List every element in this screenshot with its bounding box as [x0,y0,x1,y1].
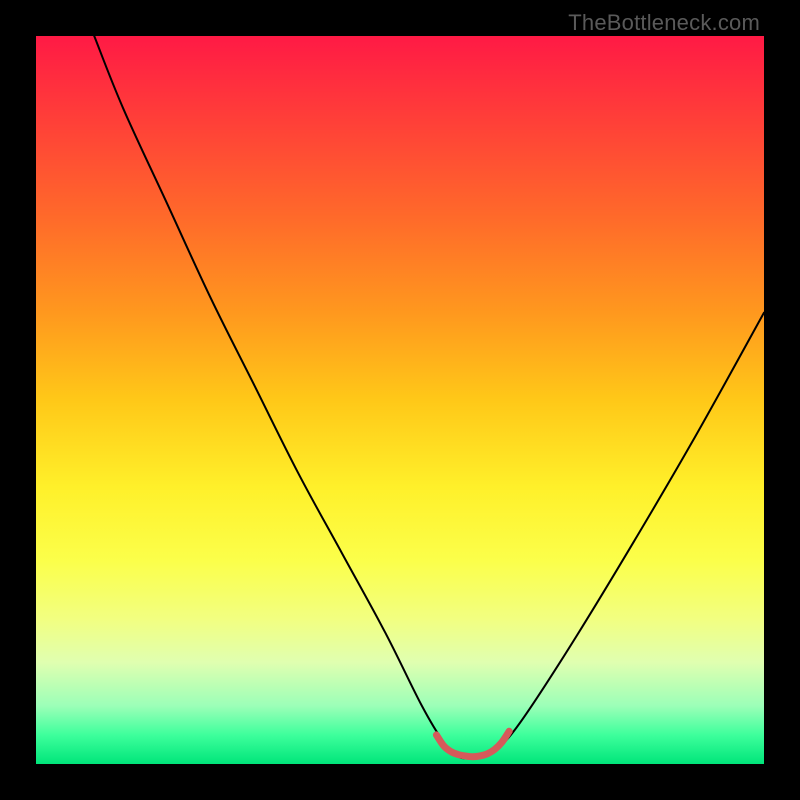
plot-area [36,36,764,764]
chart-frame: TheBottleneck.com [0,0,800,800]
watermark-text: TheBottleneck.com [568,10,760,36]
bottleneck-curve-path [94,36,764,758]
optimal-zone-path [436,731,509,756]
curve-svg [36,36,764,764]
